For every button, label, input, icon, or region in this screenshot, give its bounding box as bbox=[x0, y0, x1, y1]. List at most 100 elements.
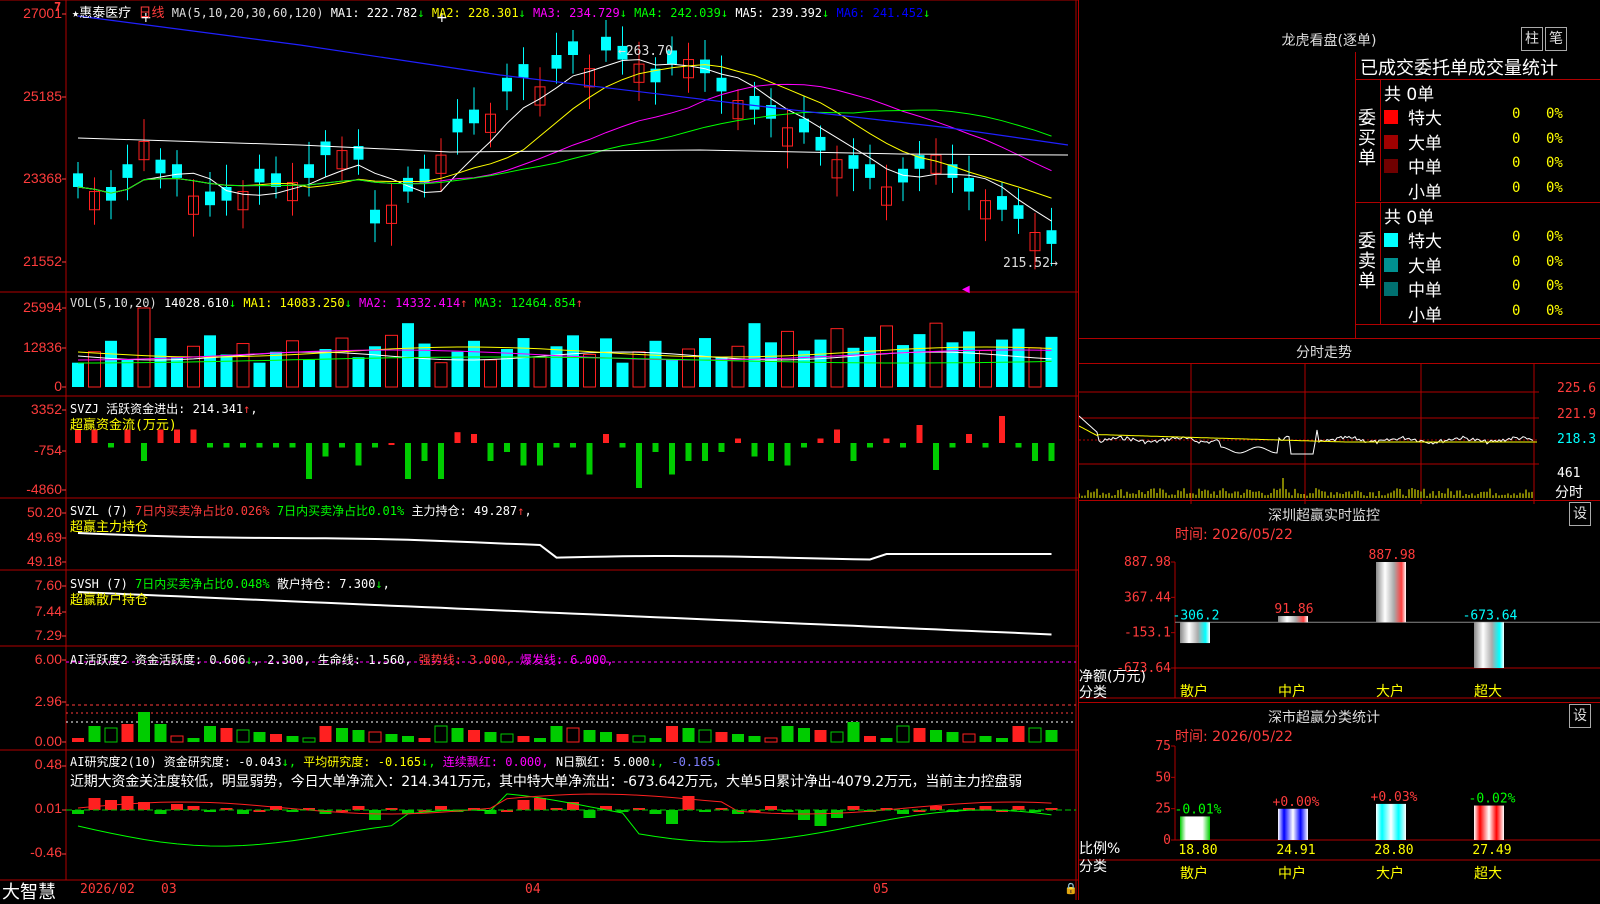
research-bar bbox=[979, 806, 992, 810]
monitor-category-label: 中户 bbox=[1278, 683, 1306, 700]
activity-bar bbox=[1045, 730, 1058, 742]
flow-bar bbox=[355, 443, 362, 466]
btn-zhu[interactable]: 柱 bbox=[1521, 27, 1543, 51]
order-percent: 0% bbox=[1546, 253, 1563, 270]
volume-bar bbox=[550, 346, 563, 387]
ma-value: MA3: 12464.854↑ bbox=[467, 296, 584, 310]
flow-bar bbox=[372, 443, 378, 448]
research-bar bbox=[72, 810, 84, 814]
volume-bar bbox=[319, 349, 332, 387]
date-label-3: 04 bbox=[525, 882, 541, 897]
volume-bar bbox=[236, 343, 250, 388]
right-panel: 龙虎看盘(逐单) 柱 笔 已成交委托单成交量统计 委买单 共 0单 特大 0 0% 大… bbox=[1078, 0, 1600, 900]
flow-bar bbox=[190, 429, 197, 443]
intraday-tick-2: 221.9 bbox=[1557, 407, 1597, 422]
order-percent: 0% bbox=[1546, 155, 1563, 171]
activity-bar bbox=[302, 737, 316, 743]
intraday-tick-1: 225.6 bbox=[1557, 381, 1597, 396]
flow-bar bbox=[883, 438, 890, 443]
ma-header: MA(5,10,20,30,60,120) bbox=[171, 6, 324, 20]
volume-bar bbox=[632, 351, 646, 388]
activity-bar bbox=[682, 728, 695, 742]
high-price-label: ←263.70 bbox=[618, 44, 673, 59]
research-bar bbox=[897, 810, 909, 814]
activity-bar bbox=[500, 733, 514, 743]
volume-bar bbox=[501, 349, 513, 387]
btn-bi[interactable]: 笔 bbox=[1545, 27, 1567, 51]
candle-down bbox=[155, 159, 166, 174]
monitor-bar-value: -306.2 bbox=[1173, 608, 1220, 623]
research-bar bbox=[154, 810, 167, 814]
research-bar bbox=[666, 810, 678, 824]
research-bar bbox=[1012, 806, 1025, 810]
flow-bar bbox=[652, 443, 659, 452]
flow-bar bbox=[454, 432, 461, 443]
flow-bar bbox=[504, 443, 510, 452]
order-percent: 0% bbox=[1546, 278, 1563, 294]
classify-chart: 75 50 25 0 -0.01% 18.80 散户 +0.00% 24.91 中户 +0.03% 2… bbox=[1079, 740, 1600, 882]
activity-bar bbox=[368, 731, 382, 743]
y-tick: 7.60 bbox=[34, 577, 62, 593]
candle-down bbox=[865, 164, 875, 178]
activity-bar bbox=[600, 732, 612, 742]
date-label-2: 03 bbox=[161, 882, 177, 897]
volume-bar bbox=[220, 354, 233, 387]
volume-bar bbox=[847, 347, 860, 387]
volume-bar bbox=[352, 357, 365, 387]
y-tick: 0.00 bbox=[34, 733, 62, 749]
order-color-swatch bbox=[1384, 306, 1398, 321]
lock-icon[interactable]: 🔒 bbox=[1064, 882, 1078, 895]
flow-bar bbox=[636, 443, 642, 488]
monitor-bar-value: 887.98 bbox=[1369, 548, 1416, 563]
order-count: 0 bbox=[1512, 155, 1521, 171]
bottom-date-bar: 大智慧 2026/02 03 04 05 🔒 bbox=[0, 880, 1078, 903]
volume-bar bbox=[748, 323, 761, 387]
activity-bar bbox=[154, 724, 167, 742]
research-bar bbox=[765, 806, 777, 810]
order-type-label: 特大 bbox=[1408, 232, 1442, 252]
activity-bar bbox=[72, 738, 84, 742]
volume-bar bbox=[1028, 347, 1042, 388]
monitor-bar bbox=[1474, 622, 1504, 668]
intraday-tick-3: 218.3 bbox=[1557, 432, 1597, 447]
intraday-chart[interactable] bbox=[1079, 364, 1600, 504]
activity-bar bbox=[913, 728, 926, 742]
classify-pct-label: +0.00% bbox=[1273, 795, 1320, 810]
flow-bar bbox=[603, 434, 609, 443]
classify-category-label: 大户 bbox=[1376, 865, 1404, 882]
flow-bar bbox=[702, 443, 708, 461]
flow-bar bbox=[1032, 443, 1038, 461]
volume-bar bbox=[1012, 328, 1025, 387]
classify-category-label: 散户 bbox=[1180, 865, 1208, 882]
activity-bar bbox=[666, 726, 678, 742]
volume-bar bbox=[814, 339, 827, 387]
ma-value: MA1: 222.782↓ bbox=[330, 6, 425, 20]
period-label[interactable]: 日线 bbox=[138, 6, 164, 21]
ma-value: MA3: 234.729↓ bbox=[525, 6, 627, 20]
order-type-label: 特大 bbox=[1408, 109, 1442, 129]
monitor-settings-button[interactable]: 设 bbox=[1569, 502, 1591, 526]
research-bar bbox=[798, 810, 810, 820]
order-type-label: 小单 bbox=[1408, 305, 1442, 326]
ma-value: MA2: 14332.414↑ bbox=[351, 296, 468, 310]
activity-bar bbox=[979, 736, 992, 742]
activity-bar bbox=[583, 730, 596, 742]
research-bar bbox=[237, 810, 249, 814]
classify-settings-button[interactable]: 设 bbox=[1569, 704, 1591, 728]
order-color-swatch bbox=[1384, 110, 1398, 124]
volume-bar bbox=[121, 359, 134, 387]
buy-side-label: 委买单 bbox=[1358, 108, 1376, 169]
activity-bar bbox=[517, 736, 530, 742]
flow-bar bbox=[256, 443, 263, 448]
candle-down bbox=[469, 109, 479, 124]
svzj-subtitle: 超赢资金流(万元) bbox=[70, 418, 177, 433]
volume-bar bbox=[666, 359, 678, 387]
flow-bar bbox=[586, 443, 593, 475]
flow-bar bbox=[735, 438, 741, 443]
volume-bar bbox=[187, 345, 200, 388]
main-position-line bbox=[77, 532, 1052, 561]
candle-down bbox=[304, 164, 314, 178]
activity-bar bbox=[814, 730, 827, 742]
y-tick: 25185 bbox=[23, 88, 62, 104]
volume-bar bbox=[979, 350, 992, 388]
